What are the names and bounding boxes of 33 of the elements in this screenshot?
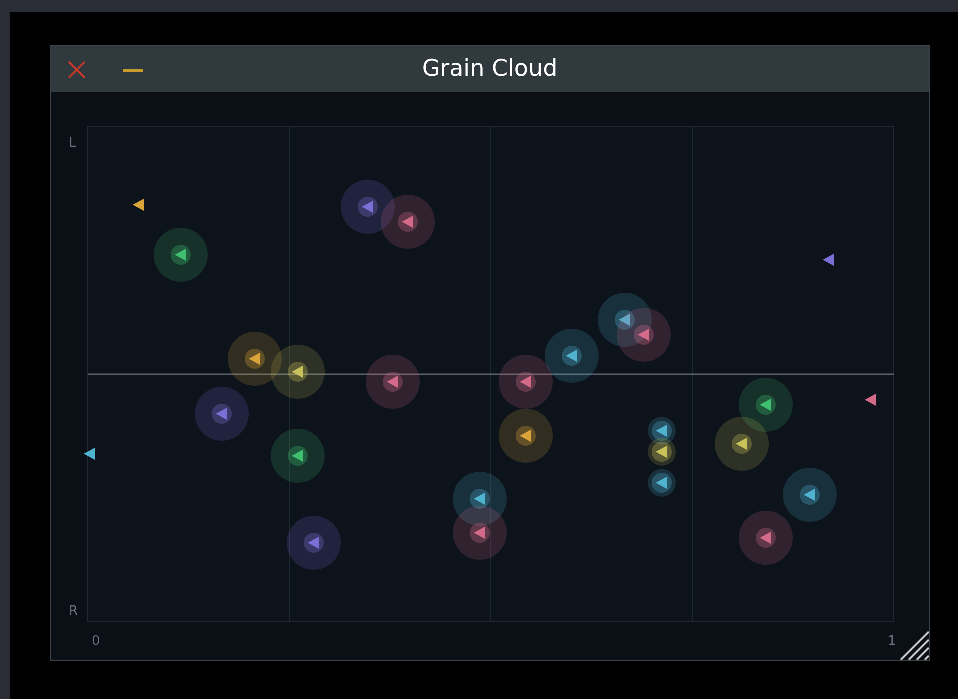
grain-marker[interactable] — [287, 516, 341, 570]
grain-marker[interactable] — [783, 468, 837, 522]
grain-marker[interactable] — [865, 394, 876, 406]
grain-marker[interactable] — [499, 355, 553, 409]
axis-label: 0 — [92, 634, 100, 649]
axis-label: 1 — [888, 634, 896, 649]
grain-marker[interactable] — [154, 228, 208, 282]
grain-marker[interactable] — [341, 180, 395, 234]
grain-marker[interactable] — [271, 345, 325, 399]
axis-label: R — [69, 604, 78, 619]
grain-marker[interactable] — [648, 469, 676, 497]
resize-grip-icon[interactable] — [899, 630, 929, 660]
grain-marker[interactable] — [617, 308, 671, 362]
grain-marker[interactable] — [133, 199, 144, 211]
close-icon — [68, 61, 86, 79]
grain-marker[interactable] — [823, 254, 834, 266]
grain-marker[interactable] — [598, 293, 652, 347]
grain-marker[interactable] — [499, 409, 553, 463]
grain-marker[interactable] — [715, 417, 769, 471]
grain-marker[interactable] — [739, 378, 793, 432]
window-title: Grain Cloud — [422, 54, 558, 84]
grain-marker[interactable] — [366, 355, 420, 409]
grain-marker[interactable] — [739, 511, 793, 565]
grain-marker[interactable] — [195, 387, 249, 441]
grain-marker[interactable] — [228, 332, 282, 386]
axis-label: L — [69, 136, 76, 151]
grain-marker[interactable] — [648, 438, 676, 466]
grain-marker[interactable] — [545, 329, 599, 383]
grain-marker[interactable] — [453, 506, 507, 560]
minimize-icon — [123, 68, 143, 72]
grain-marker[interactable] — [381, 195, 435, 249]
grain-marker[interactable] — [271, 429, 325, 483]
grain-marker[interactable] — [84, 448, 95, 460]
